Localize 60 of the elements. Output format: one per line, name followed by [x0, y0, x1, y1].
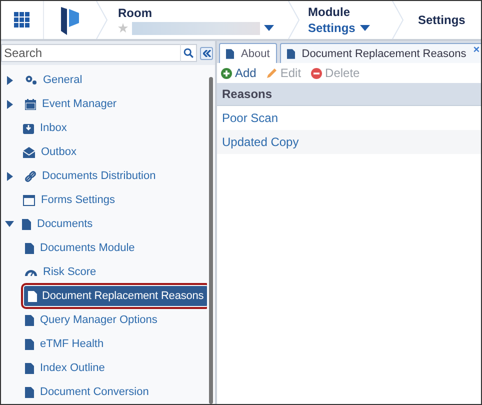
- minus-circle-icon: [311, 68, 322, 78]
- star-icon[interactable]: [118, 23, 128, 33]
- collapse-sidebar-button[interactable]: [200, 46, 213, 60]
- link-icon: [25, 170, 36, 182]
- column-header: Reasons: [222, 87, 272, 101]
- tree-item[interactable]: General: [21, 71, 86, 89]
- gears-icon: [25, 75, 37, 85]
- close-tab-icon[interactable]: ×: [473, 44, 480, 56]
- document-icon: [286, 48, 295, 58]
- document-icon: [22, 218, 31, 230]
- search-icon[interactable]: [180, 44, 197, 62]
- tab[interactable]: About: [219, 43, 277, 63]
- tree-item[interactable]: Forms Settings: [19, 191, 119, 209]
- tree-item[interactable]: Risk Score: [21, 263, 100, 281]
- caret-right-icon[interactable]: [7, 172, 13, 180]
- breadcrumb-separator: [288, 1, 300, 39]
- logo-icon[interactable]: [61, 5, 79, 35]
- document-icon: [25, 314, 34, 326]
- tree-item[interactable]: Query Manager Options: [21, 311, 162, 329]
- room-label: Room: [118, 6, 153, 20]
- tree-item[interactable]: Documents Distribution: [21, 167, 160, 185]
- document-icon: [25, 386, 34, 398]
- tree-item[interactable]: Document Conversion: [21, 383, 153, 401]
- tree-item[interactable]: Outbox: [19, 143, 80, 161]
- double-chevron-left-icon: [202, 50, 210, 56]
- inbox-icon: [23, 122, 34, 134]
- module-label: Module: [308, 5, 351, 19]
- calendar-icon: [25, 98, 36, 110]
- apps-grid-icon[interactable]: [14, 12, 30, 28]
- document-icon: [25, 362, 34, 374]
- caret-right-icon[interactable]: [7, 76, 13, 84]
- table-cell: Updated Copy: [222, 135, 299, 149]
- caret-right-icon[interactable]: [7, 100, 13, 108]
- envelope-icon: [23, 146, 35, 158]
- tree-item[interactable]: eTMF Health: [21, 335, 108, 353]
- gauge-icon: [25, 268, 37, 276]
- plus-circle-icon: [221, 68, 232, 78]
- dropdown-caret-icon: [360, 25, 370, 31]
- document-icon: [25, 338, 34, 350]
- tree-item[interactable]: Index Outline: [21, 359, 109, 377]
- tree-item[interactable]: Document Replacement Reasons: [24, 286, 208, 306]
- breadcrumb-separator: [392, 1, 404, 39]
- document-icon: [28, 290, 37, 302]
- caret-down-icon[interactable]: [5, 221, 14, 227]
- module-dropdown[interactable]: Settings: [308, 21, 392, 35]
- tree-item[interactable]: Inbox: [19, 119, 71, 137]
- form-icon: [23, 194, 35, 206]
- page-title: Settings: [417, 13, 466, 27]
- dropdown-caret-icon[interactable]: [264, 25, 274, 31]
- toolbar-button[interactable]: Add: [221, 66, 256, 80]
- tree-item[interactable]: Documents: [18, 215, 97, 233]
- tab[interactable]: Document Replacement Reasons ×: [280, 43, 481, 63]
- document-icon: [226, 48, 234, 58]
- tree-item[interactable]: Documents Module: [21, 239, 139, 257]
- breadcrumb-separator: [96, 1, 108, 39]
- document-icon: [25, 242, 34, 254]
- tree-item[interactable]: Event Manager: [21, 95, 121, 113]
- search-field[interactable]: Search: [1, 44, 180, 62]
- pencil-icon: [266, 68, 278, 78]
- table-cell: Poor Scan: [222, 111, 278, 125]
